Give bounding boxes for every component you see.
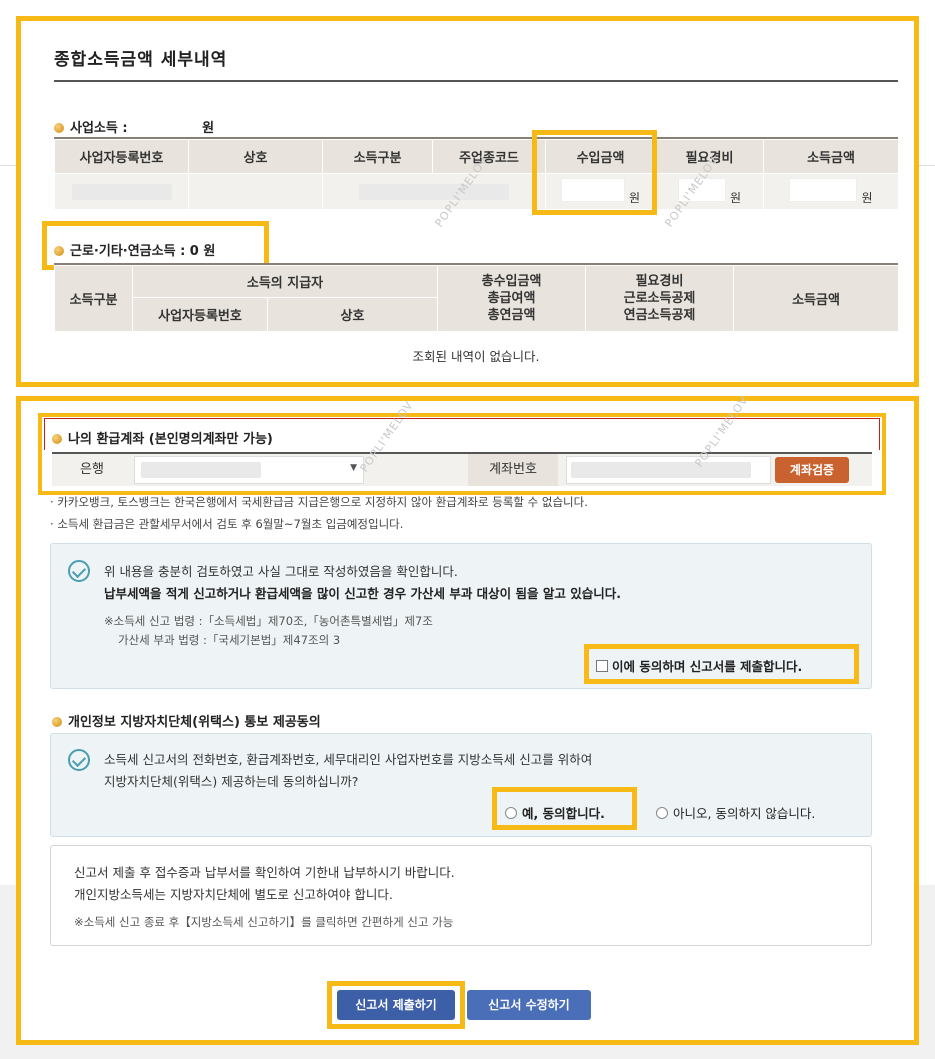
col-income-type: 소득구분 (322, 139, 433, 174)
info-line-3: ※소득세 신고 종료 후【지방소득세 신고하기】를 클릭하면 간편하게 신고 가… (74, 915, 454, 929)
col-industry-code: 주업종코드 (432, 139, 546, 174)
privacy-no-radio[interactable]: 아니오, 동의하지 않습니다. (656, 803, 815, 822)
bullet-icon (52, 717, 62, 727)
privacy-yes-radio[interactable]: 예, 동의합니다. (505, 803, 605, 822)
check-circle-icon (68, 749, 90, 771)
bullet-icon (52, 434, 62, 444)
agree-label: 이에 동의하며 신고서를 제출합니다. (612, 659, 803, 674)
checkbox-icon[interactable] (596, 660, 608, 672)
business-income-label: 사업소득 : (70, 121, 128, 136)
cell-income: 원 (763, 173, 899, 210)
page-title: 종합소득금액 세부내역 (54, 50, 228, 70)
radio-icon[interactable] (656, 807, 668, 819)
col-reg-no: 사업자등록번호 (54, 139, 189, 174)
col-payer: 소득의 지급자 (131, 265, 439, 298)
confirm-line-1: 위 내용을 충분히 검토하였고 사실 그대로 작성하였음을 확인합니다. (104, 564, 458, 579)
privacy-no-label: 아니오, 동의하지 않습니다. (673, 806, 816, 821)
info-line-2: 개인지방소득세는 지방자치단체에 별도로 신고하여야 합니다. (74, 887, 393, 902)
radio-icon[interactable] (505, 807, 517, 819)
confirm-line-2: 납부세액을 적게 신고하거나 환급세액을 많이 신고한 경우 가산세 부과 대상… (104, 586, 621, 601)
revenue-highlight (532, 130, 657, 215)
privacy-yes-label: 예, 동의합니다. (522, 806, 605, 821)
account-label: 계좌번호 (468, 454, 558, 486)
privacy-line-1: 소득세 신고서의 전화번호, 환급계좌번호, 세무대리인 사업자번호를 지방소득… (104, 752, 593, 767)
privacy-line-2: 지방자치단체(위택스) 제공하는데 동의하십니까? (104, 774, 359, 789)
chevron-down-icon: ▼ (350, 463, 357, 473)
submit-button[interactable]: 신고서 제출하기 (337, 990, 455, 1020)
refund-note-2: · 소득세 환급금은 관할세무서에서 검토 후 6월말~7월초 입금예정입니다. (50, 517, 404, 531)
cell-reg-no (54, 173, 189, 210)
privacy-title: 개인정보 지방자치단체(위택스) 통보 제공동의 (68, 715, 321, 730)
col-income-amount: 소득금액 (763, 139, 899, 174)
law-line-1: ※소득세 신고 법령 :「소득세법」제70조,「농어촌특별세법」제7조 (104, 614, 433, 628)
refund-note-1: · 카카오뱅크, 토스뱅크는 한국은행에서 국세환급금 지급은행으로 지정하지 … (50, 495, 588, 509)
col-company: 상호 (188, 139, 323, 174)
bank-label: 은행 (80, 462, 104, 477)
bullet-icon (54, 123, 64, 133)
refund-title: 나의 환급계좌 (본인명의계좌만 가능) (68, 432, 273, 447)
labor-income-heading: 근로·기타·연금소득 : 0 원 (54, 240, 215, 259)
col-deduction: 필요경비 근로소득공제 연금소득공제 (585, 265, 735, 332)
col-labor-type: 소득구분 (54, 265, 133, 332)
bullet-icon (54, 246, 64, 256)
title-rule (54, 80, 898, 82)
edit-button[interactable]: 신고서 수정하기 (467, 990, 591, 1020)
check-circle-icon (68, 560, 90, 582)
business-income-won: 원 (202, 121, 215, 136)
col-payer-reg-no: 사업자등록번호 (132, 297, 268, 332)
labor-income-table: 소득구분 소득의 지급자 총수입금액 총급여액 총연금액 필요경비 근로소득공제 연금소… (54, 265, 900, 332)
verify-account-button[interactable]: 계좌검증 (775, 457, 849, 483)
labor-income-label: 근로·기타·연금소득 : 0 원 (70, 244, 216, 259)
cell-expense: 원 (655, 173, 764, 210)
law-line-2: 가산세 부과 법령 :「국세기본법」제47조의 3 (118, 633, 341, 647)
col-total: 총수입금액 총급여액 총연금액 (437, 265, 587, 332)
empty-message: 조회된 내역이 없습니다. (412, 349, 540, 364)
business-income-heading: 사업소득 : 원 (54, 117, 214, 136)
refund-heading: 나의 환급계좌 (본인명의계좌만 가능) (52, 428, 273, 447)
agree-checkbox[interactable]: 이에 동의하며 신고서를 제출합니다. (596, 656, 802, 675)
account-input[interactable] (566, 456, 771, 484)
bank-select[interactable]: ▼ (134, 456, 364, 484)
col-labor-income: 소득금액 (733, 265, 900, 332)
col-payer-name: 상호 (266, 297, 439, 332)
cell-type-code (322, 173, 546, 210)
info-line-1: 신고서 제출 후 접수증과 납부서를 확인하여 기한내 납부하시기 바랍니다. (74, 865, 455, 880)
privacy-heading: 개인정보 지방자치단체(위택스) 통보 제공동의 (52, 711, 321, 730)
cell-company (188, 173, 323, 210)
